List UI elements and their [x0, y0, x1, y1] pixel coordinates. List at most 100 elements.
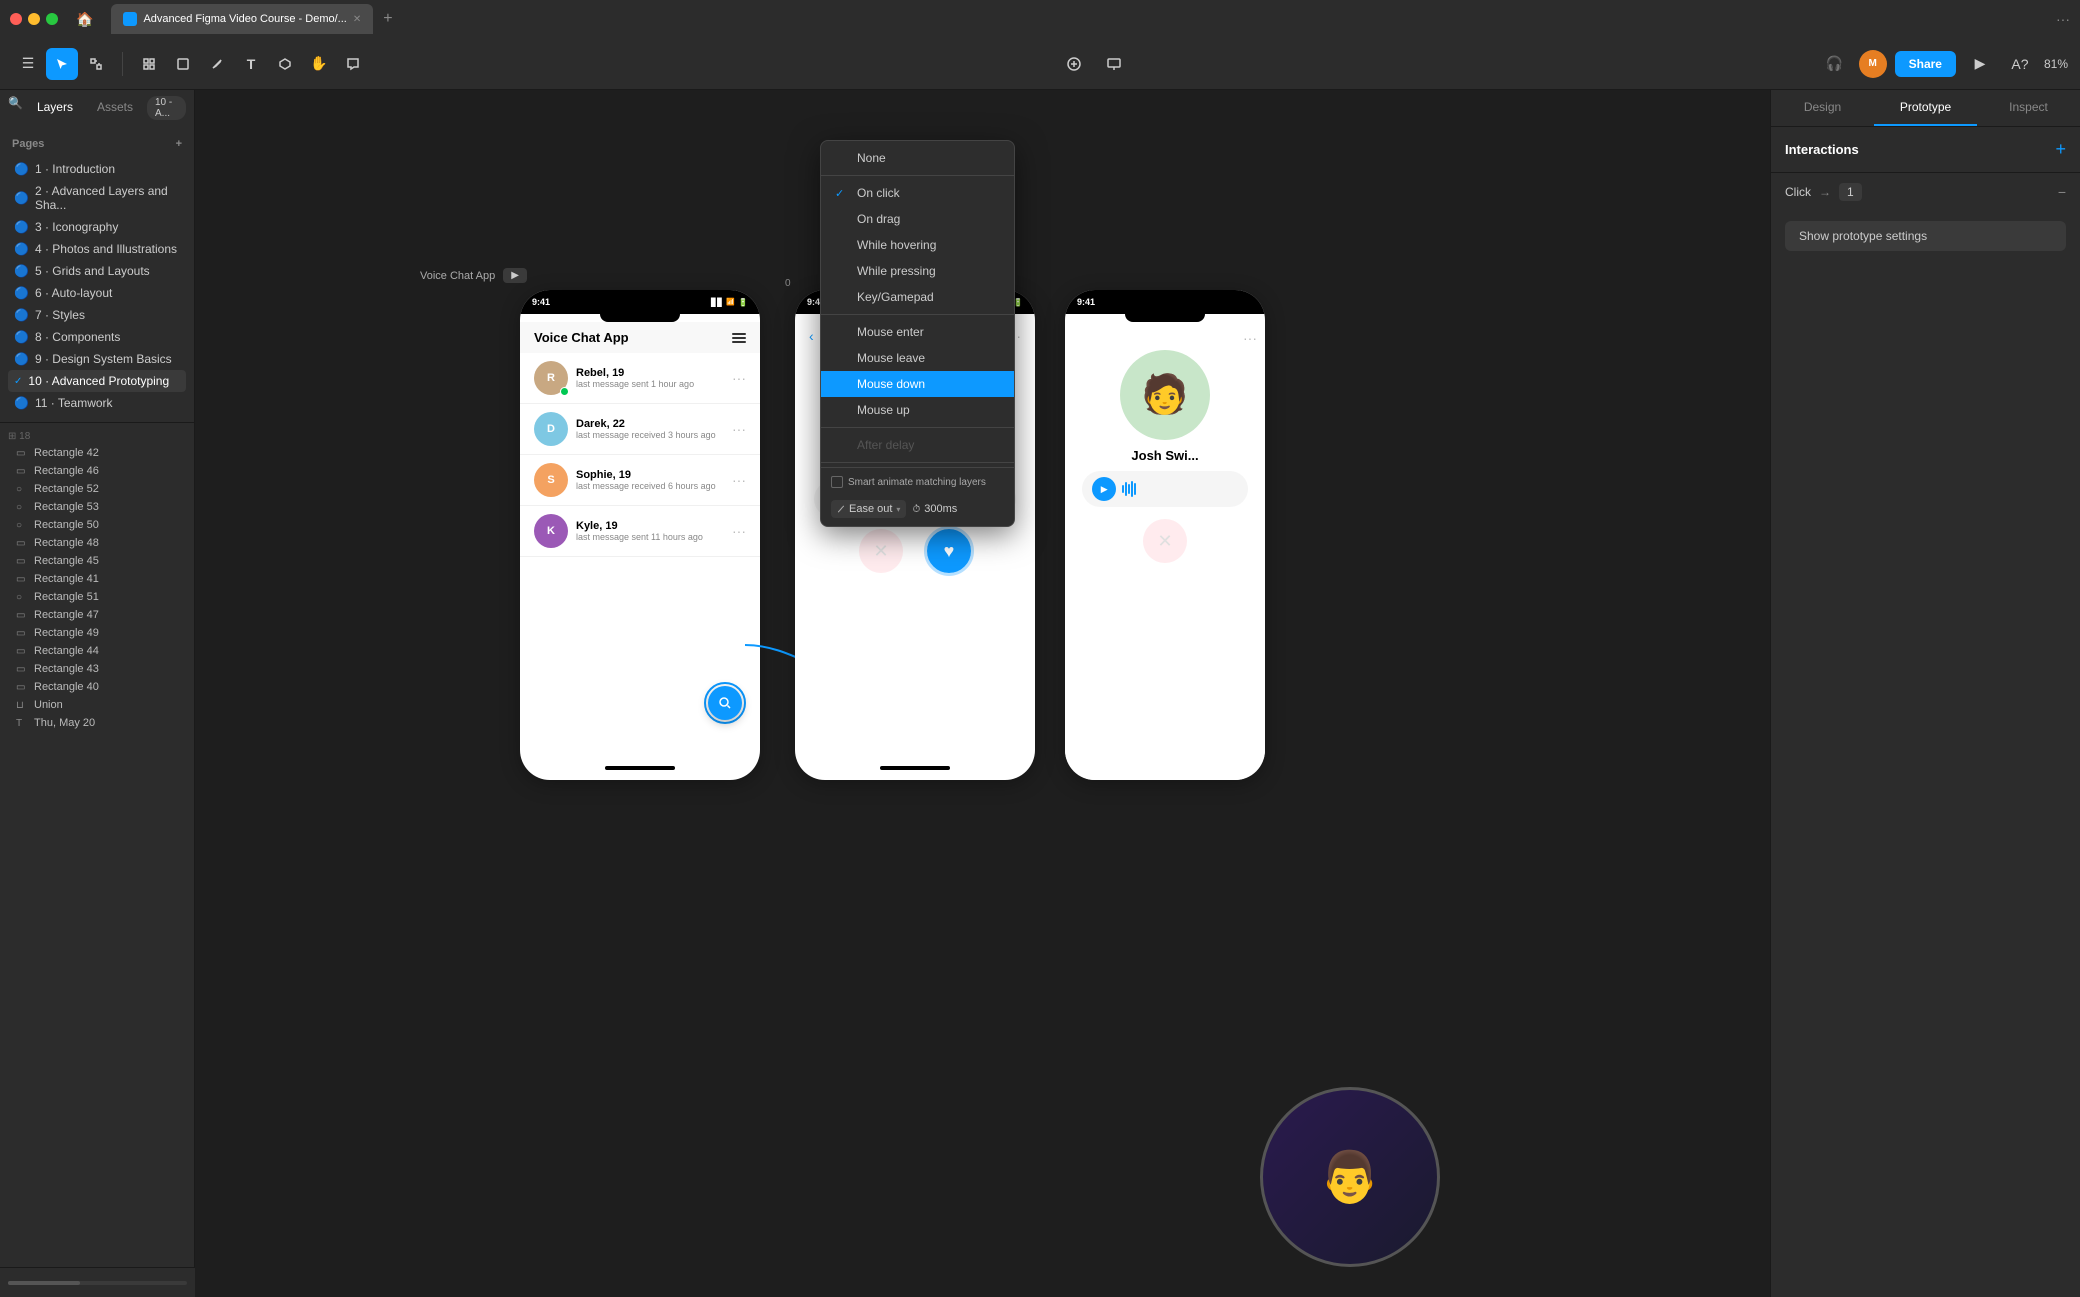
back-button[interactable]: ‹ — [809, 328, 814, 344]
add-interaction-button[interactable]: + — [2055, 139, 2066, 160]
smart-animate-checkbox-row[interactable]: Smart animate matching layers — [831, 476, 986, 488]
layer-rectangle-46[interactable]: ▭ Rectangle 46 — [0, 462, 194, 480]
dropdown-mouse-enter[interactable]: Mouse enter — [821, 319, 1014, 345]
page-item-1[interactable]: 🔵 1 · Introduction — [8, 158, 186, 180]
page-item-11[interactable]: 🔵 11 · Teamwork — [8, 392, 186, 414]
interaction-remove-button[interactable]: − — [2058, 184, 2066, 200]
ease-select-dropdown[interactable]: Ease out ▾ — [831, 500, 906, 518]
more-options-icon[interactable]: ··· — [2056, 11, 2070, 27]
page-item-2[interactable]: 🔵 2 · Advanced Layers and Sha... — [8, 180, 186, 216]
layer-rectangle-42[interactable]: ▭ Rectangle 42 — [0, 444, 194, 462]
home-button[interactable]: 🏠 — [76, 11, 93, 28]
menu-button[interactable]: ☰ — [12, 48, 44, 80]
dropdown-while-hovering[interactable]: While hovering — [821, 232, 1014, 258]
active-browser-tab[interactable]: Advanced Figma Video Course - Demo/... ✕ — [111, 4, 373, 34]
layer-rectangle-53[interactable]: ○ Rectangle 53 — [0, 498, 194, 516]
help-icon[interactable]: A? — [2004, 48, 2036, 80]
chat-more-icon[interactable]: ··· — [732, 370, 746, 386]
accept-button[interactable]: ♥ — [927, 529, 971, 573]
headphones-icon[interactable]: 🎧 — [1819, 48, 1851, 80]
new-tab-button[interactable]: + — [377, 10, 398, 28]
frame-tool[interactable] — [133, 48, 165, 80]
layer-rectangle-45[interactable]: ▭ Rectangle 45 — [0, 552, 194, 570]
chat-more-icon-3[interactable]: ··· — [732, 472, 746, 488]
chat-more-icon-2[interactable]: ··· — [732, 421, 746, 437]
circle-icon: ○ — [16, 592, 28, 603]
smart-animate-checkbox[interactable] — [831, 476, 843, 488]
text-tool[interactable]: T — [235, 48, 267, 80]
dropdown-separator-1 — [821, 175, 1014, 176]
page-item-5[interactable]: 🔵 5 · Grids and Layouts — [8, 260, 186, 282]
after-delay-label: After delay — [857, 438, 914, 452]
inspect-tab[interactable]: Inspect — [1977, 90, 2080, 126]
hand-tool[interactable]: ✋ — [303, 48, 335, 80]
rectangle-tool[interactable] — [167, 48, 199, 80]
layer-union[interactable]: ⊔ Union — [0, 696, 194, 714]
page-item-8[interactable]: 🔵 8 · Components — [8, 326, 186, 348]
publish-button[interactable] — [1058, 48, 1090, 80]
page-emoji-3: 🔵 — [14, 220, 29, 234]
frame-label: Voice Chat App — [420, 270, 495, 282]
add-page-icon[interactable]: + — [176, 138, 182, 150]
layer-rectangle-51[interactable]: ○ Rectangle 51 — [0, 588, 194, 606]
dropdown-on-drag[interactable]: On drag — [821, 206, 1014, 232]
dropdown-while-pressing[interactable]: While pressing — [821, 258, 1014, 284]
layer-rectangle-47[interactable]: ▭ Rectangle 47 — [0, 606, 194, 624]
comment-tool[interactable] — [337, 48, 369, 80]
dropdown-mouse-leave[interactable]: Mouse leave — [821, 345, 1014, 371]
chat-item-rebel[interactable]: R Rebel, 19 last message sent 1 hour ago… — [520, 353, 760, 404]
layer-rectangle-52[interactable]: ○ Rectangle 52 — [0, 480, 194, 498]
prototype-badge[interactable]: ▶ — [503, 268, 527, 283]
scale-tool[interactable] — [80, 48, 112, 80]
chat-item-darek[interactable]: D Darek, 22 last message received 3 hour… — [520, 404, 760, 455]
layers-tab[interactable]: Layers — [27, 96, 83, 120]
chat-item-sophie[interactable]: S Sophie, 19 last message received 6 hou… — [520, 455, 760, 506]
layer-rectangle-41[interactable]: ▭ Rectangle 41 — [0, 570, 194, 588]
page-item-7[interactable]: 🔵 7 · Styles — [8, 304, 186, 326]
design-tab[interactable]: Design — [1771, 90, 1874, 126]
page-item-6[interactable]: 🔵 6 · Auto-layout — [8, 282, 186, 304]
zoom-label[interactable]: 81% — [2044, 57, 2068, 71]
dropdown-key-gamepad[interactable]: Key/Gamepad — [821, 284, 1014, 310]
layer-rectangle-40[interactable]: ▭ Rectangle 40 — [0, 678, 194, 696]
share-button[interactable]: Share — [1895, 51, 1956, 77]
layer-rectangle-49[interactable]: ▭ Rectangle 49 — [0, 624, 194, 642]
prototype-tab[interactable]: Prototype — [1874, 90, 1977, 126]
layer-thu-may[interactable]: T Thu, May 20 — [0, 714, 194, 732]
maximize-traffic-light[interactable] — [46, 13, 58, 25]
chat-item-kyle[interactable]: K Kyle, 19 last message sent 11 hours ag… — [520, 506, 760, 557]
user-avatar[interactable]: M — [1859, 50, 1887, 78]
minimize-traffic-light[interactable] — [28, 13, 40, 25]
union-icon: ⊔ — [16, 700, 28, 711]
page-emoji-11: 🔵 — [14, 396, 29, 410]
hamburger-menu[interactable] — [732, 333, 746, 343]
close-traffic-light[interactable] — [10, 13, 22, 25]
move-tool[interactable] — [46, 48, 78, 80]
page-item-4[interactable]: 🔵 4 · Photos and Illustrations — [8, 238, 186, 260]
reject-button[interactable]: ✕ — [859, 529, 903, 573]
layer-rectangle-50[interactable]: ○ Rectangle 50 — [0, 516, 194, 534]
page-item-3[interactable]: 🔵 3 · Iconography — [8, 216, 186, 238]
layer-rectangle-44[interactable]: ▭ Rectangle 44 — [0, 642, 194, 660]
layer-rectangle-48[interactable]: ▭ Rectangle 48 — [0, 534, 194, 552]
present-toggle[interactable] — [1098, 48, 1130, 80]
scroll-track[interactable] — [8, 1281, 187, 1285]
layer-rectangle-43[interactable]: ▭ Rectangle 43 — [0, 660, 194, 678]
dropdown-on-click[interactable]: ✓ On click — [821, 180, 1014, 206]
dropdown-mouse-down[interactable]: Mouse down — [821, 371, 1014, 397]
dropdown-none[interactable]: None — [821, 145, 1014, 171]
rectangle-icon: ▭ — [16, 610, 28, 621]
present-button[interactable]: ▶ — [1964, 48, 1996, 80]
pen-tool[interactable] — [201, 48, 233, 80]
dropdown-mouse-up[interactable]: Mouse up — [821, 397, 1014, 423]
tab-close-icon[interactable]: ✕ — [353, 14, 361, 25]
page-item-9[interactable]: 🔵 9 · Design System Basics — [8, 348, 186, 370]
time-input-field[interactable]: ⏱ 300ms — [912, 503, 957, 515]
components-tool[interactable] — [269, 48, 301, 80]
chat-more-icon-4[interactable]: ··· — [732, 523, 746, 539]
rectangle-icon: ▭ — [16, 574, 28, 585]
search-fab[interactable] — [708, 686, 742, 720]
assets-tab[interactable]: Assets — [87, 96, 143, 120]
page-item-10[interactable]: ✓ 10 · Advanced Prototyping — [8, 370, 186, 392]
show-prototype-settings-button[interactable]: Show prototype settings — [1785, 221, 2066, 251]
